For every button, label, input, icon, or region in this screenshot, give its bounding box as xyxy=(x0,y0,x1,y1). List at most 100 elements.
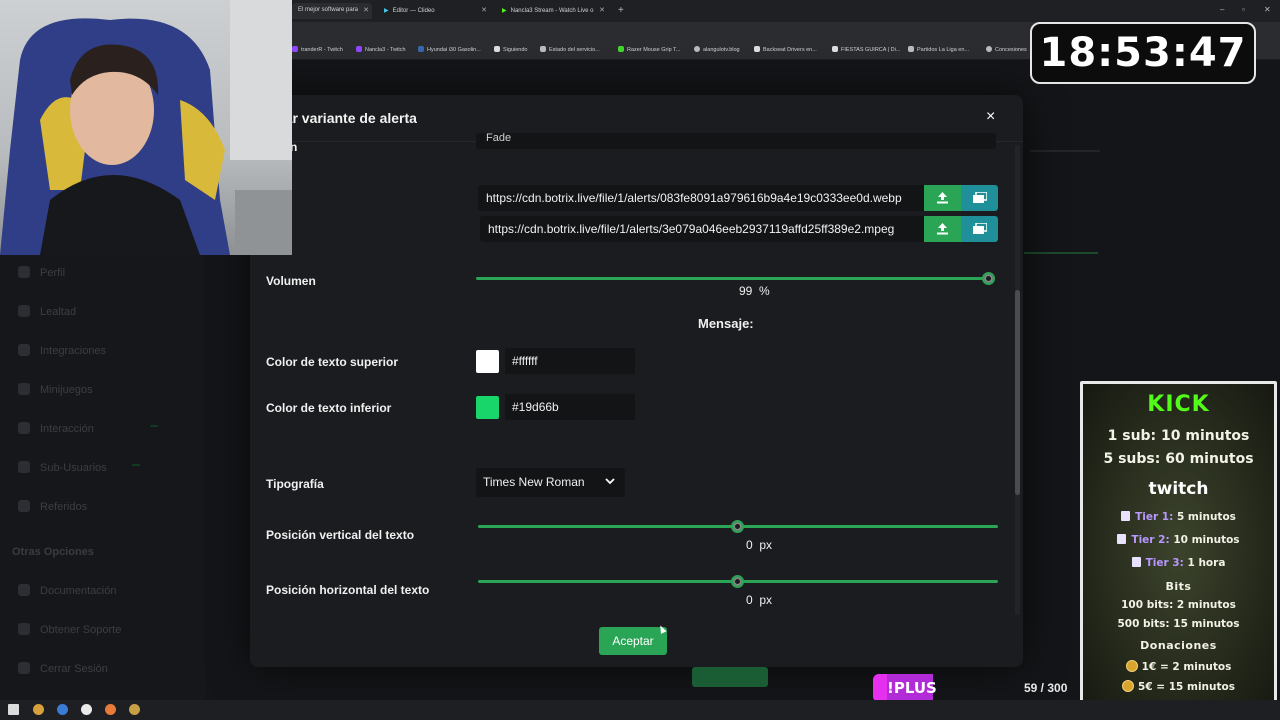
obs-icon[interactable] xyxy=(81,704,92,715)
scrollbar-thumb[interactable] xyxy=(1015,290,1020,495)
coin-icon xyxy=(1125,660,1138,672)
upload-sound-button[interactable] xyxy=(924,216,961,242)
hyundai-icon xyxy=(418,46,424,52)
bottom-color-swatch[interactable] xyxy=(476,396,499,419)
steam-icon[interactable] xyxy=(57,704,68,715)
kick-logo: KICK xyxy=(1147,392,1210,417)
bookmark[interactable]: tranderR - Twitch xyxy=(292,46,343,53)
background-divider xyxy=(1030,150,1100,152)
globe-icon xyxy=(694,46,700,52)
tab-clideo[interactable]: ▶ Editor — Clideo ✕ xyxy=(378,3,490,19)
close-icon[interactable]: ✕ xyxy=(599,6,605,14)
animation-select[interactable]: Fade xyxy=(476,133,996,149)
window-close-icon[interactable]: ✕ xyxy=(1264,5,1271,14)
globe-icon xyxy=(986,46,992,52)
sound-library-button[interactable] xyxy=(961,216,998,242)
tier-value: 10 minutos xyxy=(1173,534,1240,546)
tier-value: 5 minutos xyxy=(1176,511,1236,523)
bookmark[interactable]: Siguiendo xyxy=(494,46,527,53)
volume-value: 99 xyxy=(739,284,753,298)
tier-line: Tier 3: 1 hora xyxy=(1083,557,1274,569)
top-color-input[interactable]: #ffffff xyxy=(505,348,635,374)
donation-text: 1€ = 2 minutos xyxy=(1141,661,1232,673)
tab-label: El mejor software para xyxy=(298,7,359,13)
image-url-input[interactable]: https://cdn.botrix.live/file/1/alerts/08… xyxy=(478,185,924,211)
taskbar xyxy=(0,700,1280,720)
font-value: Times New Roman xyxy=(483,475,585,489)
accept-button[interactable]: Aceptar xyxy=(599,627,667,655)
horizontal-position-unit: px xyxy=(759,593,773,607)
music-icon xyxy=(18,422,30,434)
font-select[interactable]: Times New Roman xyxy=(476,468,625,497)
kick-icon: ▶ xyxy=(502,8,507,14)
bits-heading: Bits xyxy=(1165,580,1192,593)
sidebar-item-minijuegos[interactable]: Minijuegos xyxy=(18,383,93,396)
sidebar-item-cerrar-sesion[interactable]: Cerrar Sesión xyxy=(18,662,108,675)
minimize-icon[interactable]: – xyxy=(1220,5,1224,14)
users-icon xyxy=(18,461,30,473)
bookmark-label: FIESTAS GUIRCA | Di... xyxy=(841,47,901,53)
bookmark[interactable]: FIESTAS GUIRCA | Di... xyxy=(832,46,900,53)
app-icon[interactable] xyxy=(105,704,116,715)
twitch-icon xyxy=(292,46,298,52)
bookmark[interactable]: Estado del servicio... xyxy=(540,46,600,53)
page-icon xyxy=(754,46,760,52)
x-icon xyxy=(494,46,500,52)
sidebar-item-label: Documentación xyxy=(40,585,117,597)
tab-kick[interactable]: ▶ Nancla3 Stream - Watch Live o ✕ xyxy=(496,3,608,19)
windows-start-icon[interactable] xyxy=(8,704,19,715)
tab-botrix[interactable]: El mejor software para ✕ xyxy=(292,3,372,19)
bookmark[interactable]: Razer Mouse Grip T... xyxy=(618,46,680,53)
restore-icon[interactable]: ▫ xyxy=(1242,5,1245,14)
volume-slider[interactable] xyxy=(476,277,992,280)
modal-scrollbar[interactable] xyxy=(1015,145,1020,615)
upload-image-button[interactable] xyxy=(924,185,961,211)
tier-label: Tier 1: xyxy=(1135,511,1174,523)
volume-slider-handle[interactable] xyxy=(981,272,995,285)
bookmark[interactable]: Backseat Drivers en... xyxy=(754,46,817,53)
bookmark[interactable]: Partidos La Liga en... xyxy=(908,46,969,53)
horizontal-position-slider-handle[interactable] xyxy=(731,575,744,588)
vertical-position-label: Posición vertical del texto xyxy=(266,528,415,542)
image-library-button[interactable] xyxy=(961,185,998,211)
sidebar-item-interaccion[interactable]: Interacción xyxy=(18,422,94,435)
background-button xyxy=(692,667,768,687)
chrome-icon[interactable] xyxy=(33,704,44,715)
sidebar-item-documentacion[interactable]: Documentación xyxy=(18,584,116,597)
bits-line: 100 bits: 2 minutos xyxy=(1121,599,1236,611)
sidebar-item-integraciones[interactable]: Integraciones xyxy=(18,344,106,357)
close-icon[interactable]: × xyxy=(986,108,995,126)
donation-line: 5€ = 15 minutos xyxy=(1083,680,1274,693)
sidebar-item-perfil[interactable]: Perfil xyxy=(18,266,65,279)
gallery-icon xyxy=(972,223,987,234)
new-tab-icon[interactable]: + xyxy=(618,5,624,16)
vertical-position-slider-handle[interactable] xyxy=(731,520,744,533)
bits-line: 500 bits: 15 minutos xyxy=(1117,618,1240,630)
close-icon[interactable]: ✕ xyxy=(481,6,487,14)
sound-url-input[interactable]: https://cdn.botrix.live/file/1/alerts/3e… xyxy=(480,216,924,242)
twitch-icon xyxy=(1117,534,1127,544)
bookmark-label: Concesiones xyxy=(995,47,1027,53)
bookmark[interactable]: alangulotv.blog xyxy=(694,46,740,53)
league-icon[interactable] xyxy=(129,704,140,715)
donation-text: 5€ = 15 minutos xyxy=(1138,681,1235,693)
bottom-color-input[interactable]: #19d66b xyxy=(505,394,635,420)
kick-sub-line: 1 sub: 10 minutos xyxy=(1107,428,1250,444)
sidebar-badge xyxy=(150,425,158,427)
tab-label: Editor — Clideo xyxy=(392,8,435,14)
sidebar-item-lealtad[interactable]: Lealtad xyxy=(18,305,76,318)
tier-label: Tier 2: xyxy=(1131,534,1170,546)
sidebar-item-sub-usuarios[interactable]: Sub-Usuarios xyxy=(18,461,107,474)
stream-clock: 18:53:47 xyxy=(1030,22,1256,84)
heart-icon xyxy=(18,305,30,317)
top-color-swatch[interactable] xyxy=(476,350,499,373)
close-icon[interactable]: ✕ xyxy=(363,6,369,14)
bookmark[interactable]: Concesiones xyxy=(986,46,1027,53)
bookmark[interactable]: Nancla3 - Twitch xyxy=(356,46,406,53)
plug-icon xyxy=(18,344,30,356)
sidebar-item-soporte[interactable]: Obtener Soporte xyxy=(18,623,121,636)
horizontal-position-readout: 0 px xyxy=(746,593,772,607)
tier-line: Tier 2: 10 minutos xyxy=(1083,534,1274,546)
sidebar-item-referidos[interactable]: Referidos xyxy=(18,500,87,513)
bookmark[interactable]: Hyundai i30 Gasolin... xyxy=(418,46,481,53)
